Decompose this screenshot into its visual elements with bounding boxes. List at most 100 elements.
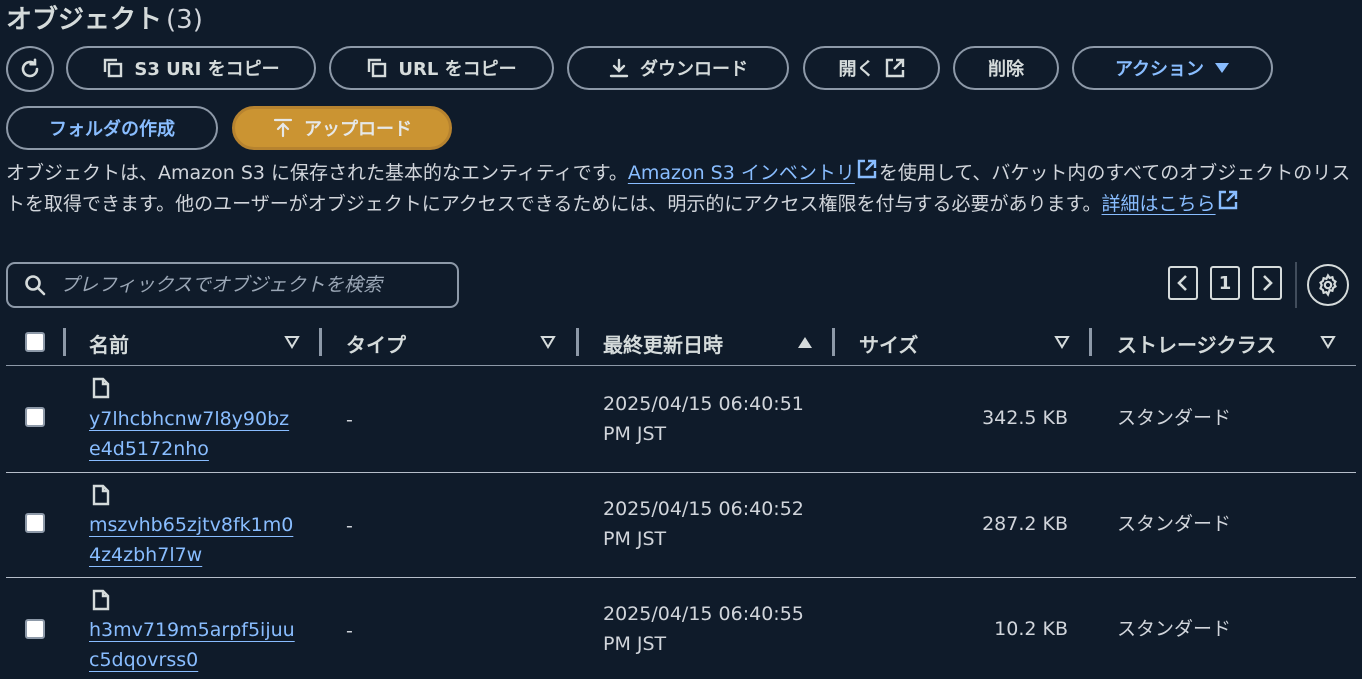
modified-time-zone: PM JST <box>603 528 667 550</box>
sort-descending-icon[interactable] <box>540 334 556 353</box>
open-label: 開く <box>838 59 875 80</box>
modified-date: 2025/04/15 06:40:55 <box>603 603 804 625</box>
sort-ascending-icon[interactable] <box>797 334 813 353</box>
copy-s3-uri-button[interactable]: S3 URI をコピー <box>66 46 316 90</box>
next-page-button[interactable] <box>1252 266 1282 300</box>
column-type-label: タイプ <box>346 332 406 357</box>
object-name-link[interactable]: e4d5172nho <box>89 438 209 460</box>
caret-down-icon <box>1214 62 1230 74</box>
object-name-link[interactable]: mszvhb65zjtv8fk1m0 <box>89 514 293 536</box>
prev-page-button[interactable] <box>1168 266 1198 300</box>
column-header-name[interactable]: 名前 <box>89 326 129 360</box>
delete-button[interactable]: 削除 <box>953 46 1059 90</box>
description-text-1: オブジェクトは、Amazon S3 に保存された基本的なエンティティです。 <box>6 162 628 184</box>
preferences-button[interactable] <box>1307 264 1349 306</box>
download-label: ダウンロード <box>640 59 748 80</box>
current-page-number: 1 <box>1218 272 1232 294</box>
file-icon <box>92 377 110 403</box>
current-page[interactable]: 1 <box>1210 266 1240 300</box>
object-name: y7lhcbhcnw7l8y90bz e4d5172nho <box>89 404 289 464</box>
upload-label: アップロード <box>304 119 412 140</box>
modified-date: 2025/04/15 06:40:51 <box>603 393 804 415</box>
object-name: h3mv719m5arpf5ijuu c5dqovrss0 <box>89 615 295 675</box>
last-modified: 2025/04/15 06:40:51 PM JST <box>603 389 804 449</box>
last-modified: 2025/04/15 06:40:52 PM JST <box>603 494 804 554</box>
column-header-modified[interactable]: 最終更新日時 <box>603 326 723 360</box>
object-name-link[interactable]: 4z4zbh7l7w <box>89 544 202 566</box>
download-icon <box>608 57 630 79</box>
external-link-icon <box>857 158 877 189</box>
column-size-label: サイズ <box>859 332 919 357</box>
copy-icon <box>366 57 388 79</box>
row-checkbox[interactable] <box>25 619 45 639</box>
objects-description: オブジェクトは、Amazon S3 に保存された基本的なエンティティです。Ama… <box>6 158 1356 220</box>
create-folder-button[interactable]: フォルダの作成 <box>6 106 218 150</box>
column-separator <box>63 328 66 356</box>
sort-descending-icon[interactable] <box>1320 334 1336 353</box>
learn-more-link[interactable]: 詳細はこちら <box>1102 193 1216 215</box>
create-folder-label: フォルダの作成 <box>49 119 175 140</box>
external-link-icon <box>1218 189 1238 220</box>
copy-icon <box>102 57 124 79</box>
delete-label: 削除 <box>988 59 1024 80</box>
column-separator <box>1089 328 1092 356</box>
object-type: - <box>346 409 353 431</box>
last-modified: 2025/04/15 06:40:55 PM JST <box>603 599 804 659</box>
object-name-link[interactable]: y7lhcbhcnw7l8y90bz <box>89 408 289 430</box>
modified-time-zone: PM JST <box>603 423 667 445</box>
chevron-left-icon <box>1176 274 1190 292</box>
column-header-storage-class[interactable]: ストレージクラス <box>1117 326 1276 360</box>
object-size: 287.2 KB <box>982 513 1068 535</box>
copy-s3-uri-label: S3 URI をコピー <box>134 59 280 80</box>
select-all-checkbox[interactable] <box>25 332 45 352</box>
gear-icon <box>1316 273 1340 297</box>
title-text: オブジェクト <box>6 5 163 35</box>
storage-class: スタンダード <box>1117 407 1232 429</box>
inventory-link[interactable]: Amazon S3 インベントリ <box>628 162 855 184</box>
column-separator <box>319 328 322 356</box>
object-name-link[interactable]: c5dqovrss0 <box>89 649 198 671</box>
toolbar-divider <box>1295 262 1297 308</box>
object-size: 342.5 KB <box>982 407 1068 429</box>
file-icon <box>92 484 110 510</box>
header-divider <box>6 365 1356 366</box>
sort-descending-icon[interactable] <box>284 334 300 353</box>
column-name-label: 名前 <box>89 332 129 357</box>
actions-dropdown[interactable]: アクション <box>1072 46 1273 90</box>
refresh-button[interactable] <box>6 46 54 92</box>
object-type: - <box>346 515 353 537</box>
search-input[interactable] <box>58 273 442 297</box>
column-separator <box>832 328 835 356</box>
refresh-icon <box>18 57 42 81</box>
storage-class: スタンダード <box>1117 513 1232 535</box>
storage-class: スタンダード <box>1117 618 1232 640</box>
row-divider <box>6 472 1356 473</box>
object-name: mszvhb65zjtv8fk1m0 4z4zbh7l7w <box>89 510 293 570</box>
column-storage-class-label: ストレージクラス <box>1117 332 1277 357</box>
search-icon <box>24 274 46 296</box>
upload-icon <box>272 117 294 139</box>
object-name-link[interactable]: h3mv719m5arpf5ijuu <box>89 619 295 641</box>
upload-button[interactable]: アップロード <box>232 106 452 150</box>
column-header-type[interactable]: タイプ <box>346 326 406 360</box>
object-size: 10.2 KB <box>994 618 1068 640</box>
chevron-right-icon <box>1260 274 1274 292</box>
actions-label: アクション <box>1114 59 1205 80</box>
file-icon <box>92 589 110 615</box>
row-checkbox[interactable] <box>25 513 45 533</box>
modified-time-zone: PM JST <box>603 633 667 655</box>
copy-url-button[interactable]: URL をコピー <box>329 46 554 90</box>
page-title: オブジェクト (3) <box>6 2 203 38</box>
object-type: - <box>346 620 353 642</box>
column-modified-label: 最終更新日時 <box>603 332 723 357</box>
column-separator <box>576 328 579 356</box>
copy-url-label: URL をコピー <box>398 59 517 80</box>
open-button[interactable]: 開く <box>803 46 940 90</box>
row-divider <box>6 577 1356 578</box>
search-box[interactable] <box>6 262 459 308</box>
modified-date: 2025/04/15 06:40:52 <box>603 498 804 520</box>
sort-descending-icon[interactable] <box>1054 334 1070 353</box>
row-checkbox[interactable] <box>25 407 45 427</box>
column-header-size[interactable]: サイズ <box>859 326 918 360</box>
download-button[interactable]: ダウンロード <box>567 46 789 90</box>
